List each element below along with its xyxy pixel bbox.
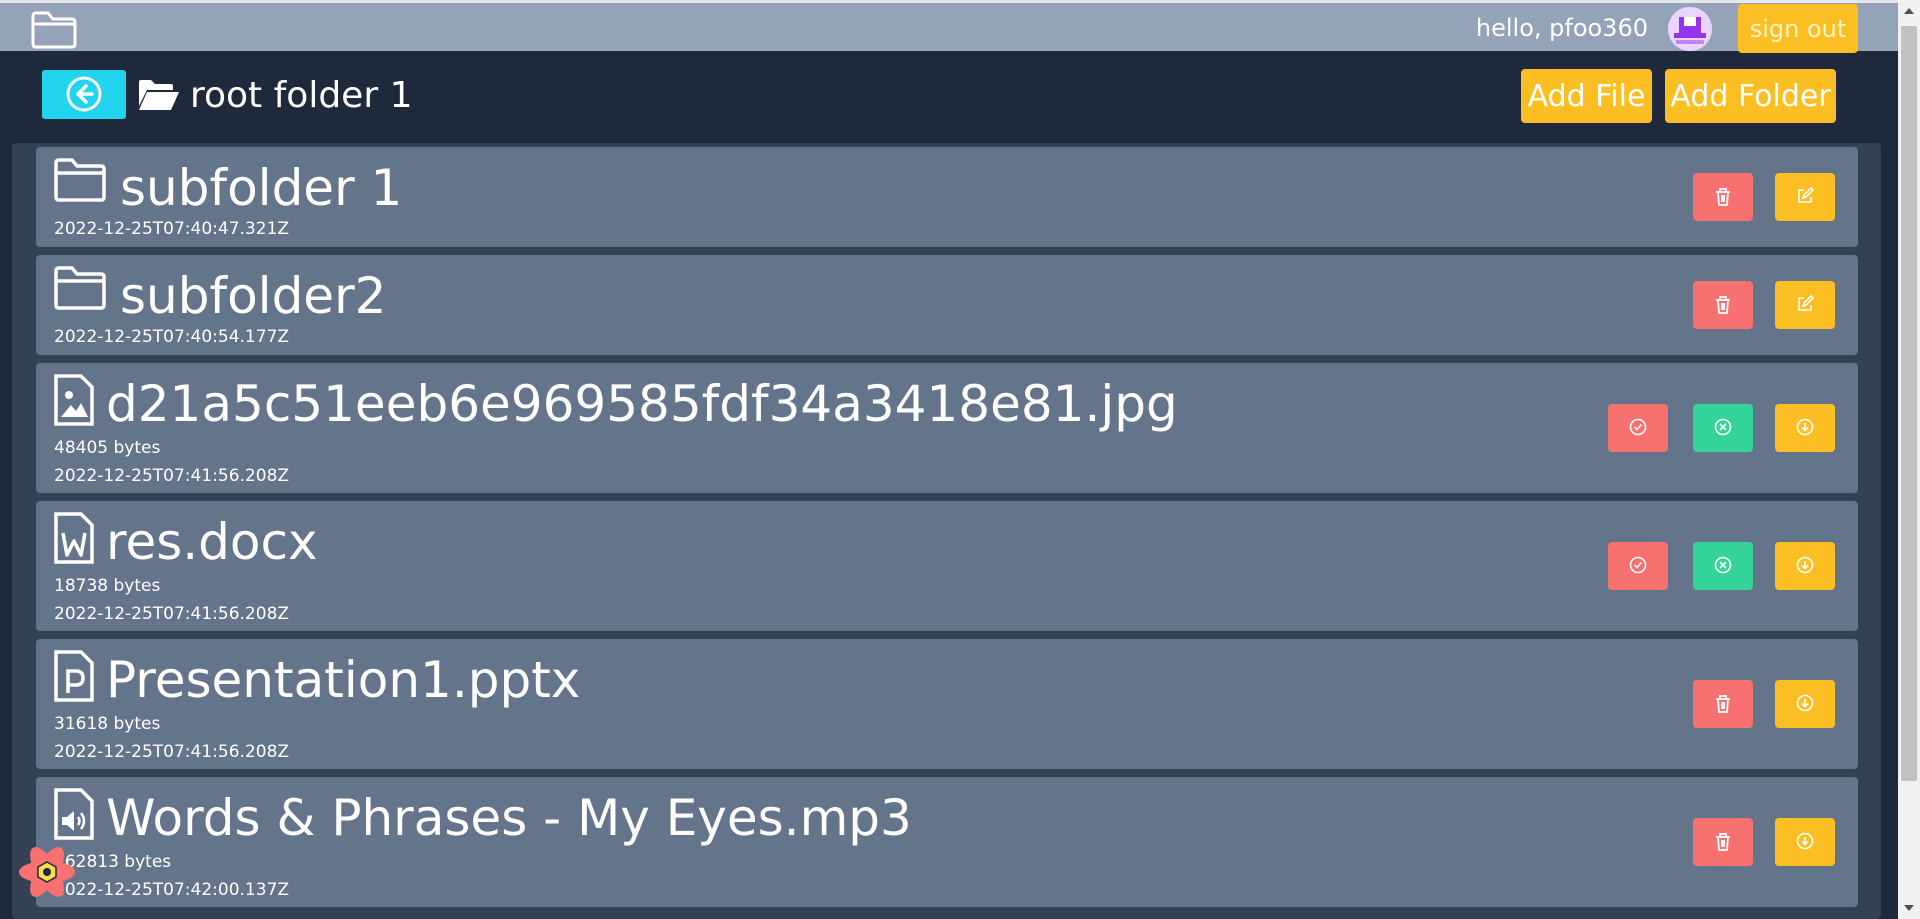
check-circle-icon bbox=[1629, 418, 1647, 436]
folder-icon bbox=[54, 158, 106, 202]
list-item-file[interactable]: Presentation1.pptx 31618 bytes 2022-12-2… bbox=[36, 639, 1858, 769]
item-list: subfolder 1 2022-12-25T07:40:47.321Z sub… bbox=[12, 143, 1881, 919]
trash-icon bbox=[1716, 695, 1730, 713]
powerpoint-file-icon bbox=[54, 650, 94, 702]
item-size: 48405 bytes bbox=[54, 438, 161, 458]
scroll-down-icon[interactable] bbox=[1904, 905, 1914, 911]
download-button[interactable] bbox=[1775, 818, 1835, 866]
download-button[interactable] bbox=[1775, 542, 1835, 590]
download-circle-icon bbox=[1796, 556, 1814, 574]
item-date: 2022-12-25T07:41:56.208Z bbox=[54, 604, 290, 624]
confirm-button[interactable] bbox=[1608, 542, 1668, 590]
avatar bbox=[1668, 7, 1712, 51]
item-name[interactable]: Presentation1.pptx bbox=[106, 655, 580, 705]
trash-icon bbox=[1716, 188, 1730, 206]
arrow-left-circle-icon bbox=[66, 76, 102, 112]
item-date: 2022-12-25T07:40:54.177Z bbox=[54, 327, 290, 347]
vertical-scrollbar[interactable] bbox=[1898, 0, 1920, 919]
image-file-icon bbox=[54, 374, 94, 426]
item-name[interactable]: Words & Phrases - My Eyes.mp3 bbox=[106, 793, 912, 843]
download-button[interactable] bbox=[1775, 680, 1835, 728]
download-circle-icon bbox=[1796, 418, 1814, 436]
delete-button[interactable] bbox=[1693, 818, 1753, 866]
back-button[interactable] bbox=[42, 70, 126, 119]
audio-file-icon bbox=[54, 788, 94, 840]
trash-icon bbox=[1716, 296, 1730, 314]
folder-icon[interactable] bbox=[30, 10, 78, 50]
folder-icon bbox=[54, 266, 106, 310]
list-item-file[interactable]: d21a5c51eeb6e969585fdf34a3418e81.jpg 484… bbox=[36, 363, 1858, 493]
trash-icon bbox=[1716, 833, 1730, 851]
item-name[interactable]: subfolder2 bbox=[120, 271, 386, 321]
folder-open-icon bbox=[139, 80, 179, 110]
edit-button[interactable] bbox=[1775, 173, 1835, 221]
word-file-icon bbox=[54, 512, 94, 564]
add-folder-button[interactable]: Add Folder bbox=[1665, 69, 1836, 123]
scroll-up-icon[interactable] bbox=[1904, 8, 1914, 14]
user-greeting: hello, pfoo360 bbox=[1475, 14, 1648, 42]
sign-out-button[interactable]: sign out bbox=[1738, 4, 1858, 53]
download-circle-icon bbox=[1796, 832, 1814, 850]
pencil-square-icon bbox=[1798, 295, 1814, 311]
edit-button[interactable] bbox=[1775, 281, 1835, 329]
react-devtools-icon[interactable] bbox=[16, 841, 78, 903]
item-size: 18738 bytes bbox=[54, 576, 161, 596]
download-button[interactable] bbox=[1775, 404, 1835, 452]
folder-header: root folder 1 Add File Add Folder bbox=[0, 51, 1898, 143]
top-bar: hello, pfoo360 sign out bbox=[0, 0, 1898, 53]
item-date: 2022-12-25T07:42:00.137Z bbox=[54, 880, 290, 900]
item-size: 31618 bytes bbox=[54, 714, 161, 734]
cancel-button[interactable] bbox=[1693, 542, 1753, 590]
list-item-folder[interactable]: subfolder 1 2022-12-25T07:40:47.321Z bbox=[36, 147, 1858, 247]
avatar-image-icon bbox=[1668, 7, 1712, 51]
download-circle-icon bbox=[1796, 694, 1814, 712]
delete-button[interactable] bbox=[1693, 680, 1753, 728]
item-date: 2022-12-25T07:41:56.208Z bbox=[54, 466, 290, 486]
list-item-folder[interactable]: subfolder2 2022-12-25T07:40:54.177Z bbox=[36, 255, 1858, 355]
delete-button[interactable] bbox=[1693, 173, 1753, 221]
cancel-button[interactable] bbox=[1693, 404, 1753, 452]
scrollbar-thumb[interactable] bbox=[1901, 26, 1917, 781]
list-item-file[interactable]: res.docx 18738 bytes 2022-12-25T07:41:56… bbox=[36, 501, 1858, 631]
item-name[interactable]: subfolder 1 bbox=[120, 163, 402, 213]
x-circle-icon bbox=[1714, 418, 1732, 436]
check-circle-icon bbox=[1629, 556, 1647, 574]
confirm-button[interactable] bbox=[1608, 404, 1668, 452]
item-name[interactable]: d21a5c51eeb6e969585fdf34a3418e81.jpg bbox=[106, 379, 1178, 429]
pencil-square-icon bbox=[1798, 187, 1814, 203]
item-name[interactable]: res.docx bbox=[106, 517, 318, 567]
item-date: 2022-12-25T07:41:56.208Z bbox=[54, 742, 290, 762]
add-file-button[interactable]: Add File bbox=[1521, 69, 1652, 123]
delete-button[interactable] bbox=[1693, 281, 1753, 329]
x-circle-icon bbox=[1714, 556, 1732, 574]
page-title: root folder 1 bbox=[190, 75, 413, 116]
item-date: 2022-12-25T07:40:47.321Z bbox=[54, 219, 290, 239]
list-item-file[interactable]: Words & Phrases - My Eyes.mp3 262813 byt… bbox=[36, 777, 1858, 907]
